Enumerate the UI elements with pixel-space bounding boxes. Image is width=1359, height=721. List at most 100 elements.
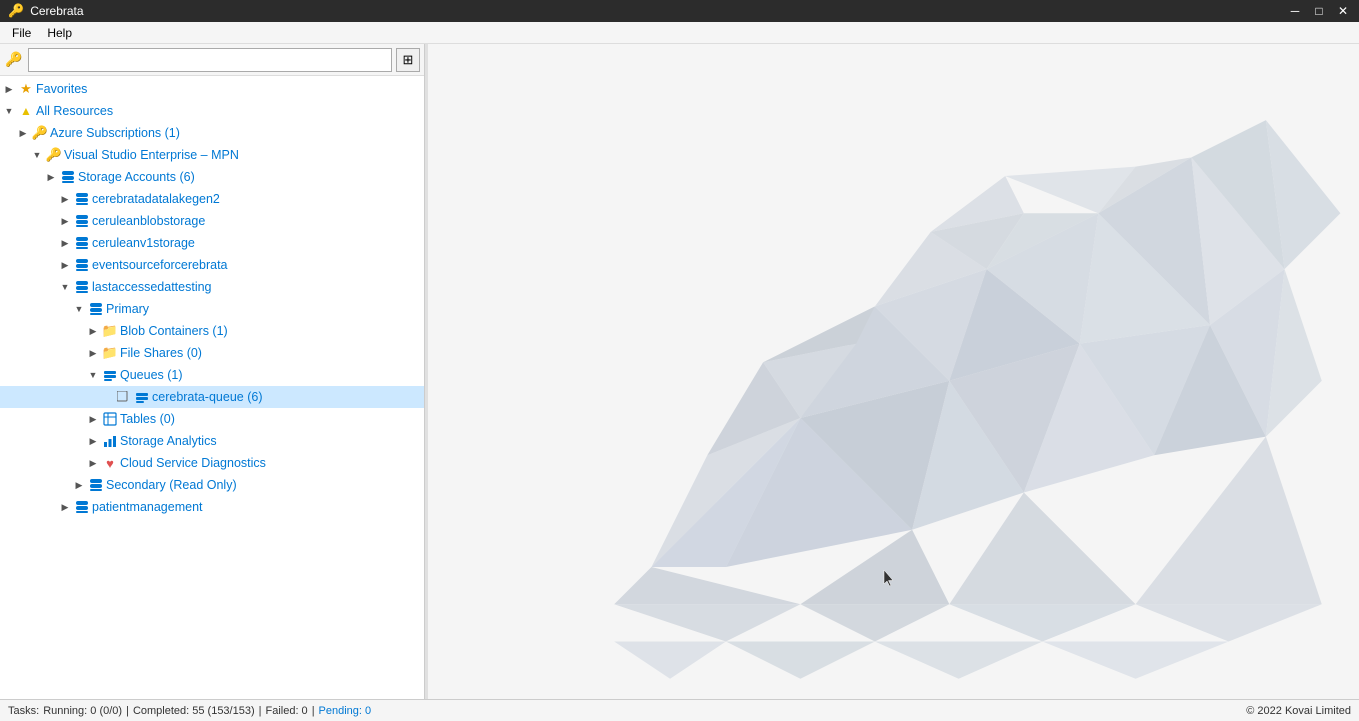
db-icon-cv1 bbox=[74, 235, 90, 251]
status-sep1: | bbox=[126, 705, 129, 717]
title-bar-left: 🔑 Cerebrata bbox=[8, 3, 84, 19]
status-pending: Pending: 0 bbox=[319, 705, 372, 717]
expand-all-resources[interactable]: ▼ bbox=[2, 104, 16, 118]
expand-storage-accounts[interactable]: ▶ bbox=[44, 170, 58, 184]
favorites-label: Favorites bbox=[36, 82, 87, 96]
db-icon-c2 bbox=[74, 191, 90, 207]
expand-lastaccessedattesting[interactable]: ▼ bbox=[58, 280, 72, 294]
expand-cerebratadatalakegen2[interactable]: ▶ bbox=[58, 192, 72, 206]
expand-ceruleanblobstorage[interactable]: ▶ bbox=[58, 214, 72, 228]
key-icon-subs: 🔑 bbox=[32, 125, 48, 141]
queue-item-icon2 bbox=[134, 389, 150, 405]
tree-item-cerebratadatalakegen2[interactable]: ▶ cerebratadatalakegen2 bbox=[0, 188, 424, 210]
search-input[interactable] bbox=[28, 48, 392, 72]
tree-item-queues[interactable]: ▼ Queues (1) bbox=[0, 364, 424, 386]
expand-visual-studio[interactable]: ▼ bbox=[30, 148, 44, 162]
tree-item-all-resources[interactable]: ▼ ▲ All Resources bbox=[0, 100, 424, 122]
menu-bar: File Help bbox=[0, 22, 1359, 44]
expand-cloud-service-diagnostics[interactable]: ▶ bbox=[86, 456, 100, 470]
cerebrata-queue-label: cerebrata-queue (6) bbox=[152, 390, 262, 404]
expand-patientmanagement[interactable]: ▶ bbox=[58, 500, 72, 514]
main-container: 🔑 ⊞ ▶ ★ Favorites ▼ ▲ All Resources bbox=[0, 44, 1359, 699]
status-copyright: © 2022 Kovai Limited bbox=[1246, 705, 1351, 717]
db-icon-storage bbox=[60, 169, 76, 185]
status-left: Tasks: Running: 0 (0/0) | Completed: 55 … bbox=[8, 705, 371, 717]
title-bar-controls: ─ □ ✕ bbox=[1287, 4, 1351, 18]
close-button[interactable]: ✕ bbox=[1335, 4, 1351, 18]
status-completed: Completed: 55 (153/153) bbox=[133, 705, 255, 717]
db-icon-secondary bbox=[88, 477, 104, 493]
status-sep3: | bbox=[312, 705, 315, 717]
db-icon-primary bbox=[88, 301, 104, 317]
maximize-button[interactable]: □ bbox=[1311, 4, 1327, 18]
expand-primary[interactable]: ▼ bbox=[72, 302, 86, 316]
menu-file[interactable]: File bbox=[4, 24, 39, 42]
expand-azure-subs[interactable]: ▶ bbox=[16, 126, 30, 140]
db-icon-efc bbox=[74, 257, 90, 273]
tables-label: Tables (0) bbox=[120, 412, 175, 426]
queues-label: Queues (1) bbox=[120, 368, 183, 382]
app-title: Cerebrata bbox=[30, 4, 83, 18]
minimize-button[interactable]: ─ bbox=[1287, 4, 1303, 18]
ceruleanv1storage-label: ceruleanv1storage bbox=[92, 236, 195, 250]
cloud-service-diagnostics-label: Cloud Service Diagnostics bbox=[120, 456, 266, 470]
ceruleanblobstorage-label: ceruleanblobstorage bbox=[92, 214, 205, 228]
tree-item-file-shares[interactable]: ▶ 📁 File Shares (0) bbox=[0, 342, 424, 364]
star-icon: ★ bbox=[18, 81, 34, 97]
title-bar: 🔑 Cerebrata ─ □ ✕ bbox=[0, 0, 1359, 22]
secondary-label: Secondary (Read Only) bbox=[106, 478, 237, 492]
grid-view-button[interactable]: ⊞ bbox=[396, 48, 420, 72]
storage-analytics-label: Storage Analytics bbox=[120, 434, 217, 448]
sidebar-tree[interactable]: ▶ ★ Favorites ▼ ▲ All Resources ▶ 🔑 Azur… bbox=[0, 76, 424, 699]
cerebratadatalakegen2-label: cerebratadatalakegen2 bbox=[92, 192, 220, 206]
tree-item-visual-studio[interactable]: ▼ 🔑 Visual Studio Enterprise – MPN bbox=[0, 144, 424, 166]
expand-storage-analytics[interactable]: ▶ bbox=[86, 434, 100, 448]
grid-icon: ⊞ bbox=[403, 52, 414, 68]
sidebar: 🔑 ⊞ ▶ ★ Favorites ▼ ▲ All Resources bbox=[0, 44, 425, 699]
expand-blob-containers[interactable]: ▶ bbox=[86, 324, 100, 338]
tree-item-lastaccessedattesting[interactable]: ▼ lastaccessedattesting bbox=[0, 276, 424, 298]
tree-item-storage-accounts[interactable]: ▶ Storage Accounts (6) bbox=[0, 166, 424, 188]
triangle-icon: ▲ bbox=[18, 103, 34, 119]
file-shares-label: File Shares (0) bbox=[120, 346, 202, 360]
tree-item-cerebrata-queue[interactable]: ▶ cerebrata-queue (6) bbox=[0, 386, 424, 408]
content-area bbox=[428, 44, 1359, 699]
menu-help[interactable]: Help bbox=[39, 24, 80, 42]
tree-item-ceruleanblobstorage[interactable]: ▶ ceruleanblobstorage bbox=[0, 210, 424, 232]
tree-item-secondary[interactable]: ▶ Secondary (Read Only) bbox=[0, 474, 424, 496]
folder-icon-files: 📁 bbox=[102, 345, 118, 361]
expand-queues[interactable]: ▼ bbox=[86, 368, 100, 382]
all-resources-label: All Resources bbox=[36, 104, 113, 118]
status-tasks-label: Tasks: bbox=[8, 705, 39, 717]
tree-item-storage-analytics[interactable]: ▶ Storage Analytics bbox=[0, 430, 424, 452]
cloud-illustration bbox=[428, 44, 1359, 699]
key-icon: 🔑 bbox=[4, 50, 24, 70]
azure-subscriptions-label: Azure Subscriptions (1) bbox=[50, 126, 180, 140]
status-running: Running: 0 (0/0) bbox=[43, 705, 122, 717]
tree-item-primary[interactable]: ▼ Primary bbox=[0, 298, 424, 320]
primary-label: Primary bbox=[106, 302, 149, 316]
tree-item-tables[interactable]: ▶ Tables (0) bbox=[0, 408, 424, 430]
expand-tables[interactable]: ▶ bbox=[86, 412, 100, 426]
db-icon-pm bbox=[74, 499, 90, 515]
tree-item-azure-subscriptions[interactable]: ▶ 🔑 Azure Subscriptions (1) bbox=[0, 122, 424, 144]
status-failed: Failed: 0 bbox=[265, 705, 307, 717]
heart-icon: ♥ bbox=[102, 455, 118, 471]
tree-item-eventsourceforcerebrata[interactable]: ▶ eventsourceforcerebrata bbox=[0, 254, 424, 276]
tree-item-ceruleanv1storage[interactable]: ▶ ceruleanv1storage bbox=[0, 232, 424, 254]
queue-icon bbox=[102, 367, 118, 383]
tree-item-patientmanagement[interactable]: ▶ patientmanagement bbox=[0, 496, 424, 518]
expand-eventsourceforcerebrata[interactable]: ▶ bbox=[58, 258, 72, 272]
app-icon: 🔑 bbox=[8, 3, 24, 19]
sidebar-toolbar: 🔑 ⊞ bbox=[0, 44, 424, 76]
tree-item-blob-containers[interactable]: ▶ 📁 Blob Containers (1) bbox=[0, 320, 424, 342]
expand-file-shares[interactable]: ▶ bbox=[86, 346, 100, 360]
blob-containers-label: Blob Containers (1) bbox=[120, 324, 228, 338]
expand-secondary[interactable]: ▶ bbox=[72, 478, 86, 492]
status-sep2: | bbox=[259, 705, 262, 717]
lastaccessedattesting-label: lastaccessedattesting bbox=[92, 280, 212, 294]
expand-ceruleanv1storage[interactable]: ▶ bbox=[58, 236, 72, 250]
expand-favorites[interactable]: ▶ bbox=[2, 82, 16, 96]
tree-item-cloud-service-diagnostics[interactable]: ▶ ♥ Cloud Service Diagnostics bbox=[0, 452, 424, 474]
tree-item-favorites[interactable]: ▶ ★ Favorites bbox=[0, 78, 424, 100]
